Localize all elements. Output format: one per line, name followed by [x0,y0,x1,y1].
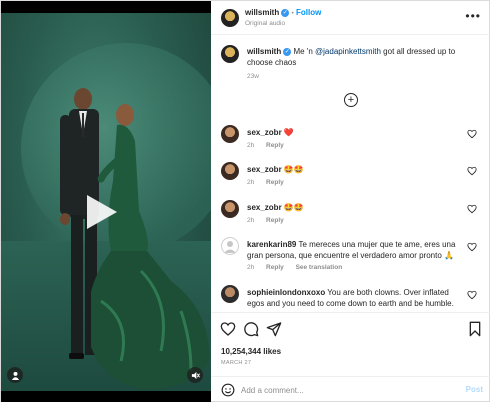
avatar[interactable] [221,162,239,180]
comment-text: 🤩🤩 [283,165,304,174]
emoji-icon[interactable] [221,383,235,397]
comment-username[interactable]: karenkarin89 [247,240,296,249]
default-avatar-icon [224,241,236,253]
comment-username[interactable]: sophieinlondonxoxo [247,288,325,297]
video-frame[interactable] [1,13,211,391]
post-date[interactable]: MARCH 27 [221,360,251,366]
user-tag-icon[interactable] [7,367,23,383]
plus-circle-icon[interactable]: + [344,93,358,107]
comment-time[interactable]: 2h [247,217,254,224]
post-button[interactable]: Post [466,385,483,394]
caption-mention[interactable]: @jadapinkettsmith [315,47,381,56]
comment-body: sex_zobr ❤️ [247,127,467,138]
post-header: willsmith ✓ • Follow Original audio ••• [211,1,490,35]
more-icon[interactable]: ••• [465,9,481,23]
comment-username[interactable]: sex_zobr [247,165,282,174]
caption-time[interactable]: 23w [247,73,259,80]
comment-username[interactable]: sex_zobr [247,203,282,212]
caption-text-before: Me 'n [293,47,316,56]
reply-button[interactable]: Reply [266,217,284,224]
avatar[interactable] [221,200,239,218]
comment-time[interactable]: 2h [247,142,254,149]
comment-meta: 2h Reply [247,179,294,186]
post-details: willsmith ✓ • Follow Original audio ••• w… [211,1,490,402]
heart-icon[interactable] [467,129,477,139]
avatar[interactable] [221,45,239,63]
comment-time[interactable]: 2h [247,179,254,186]
comment-item: karenkarin89 Te mereces una mujer que te… [221,237,483,277]
play-icon[interactable] [85,193,119,231]
heart-icon[interactable] [467,290,477,300]
comment-username[interactable]: sex_zobr [247,128,282,137]
share-icon[interactable] [266,321,282,337]
video-panel[interactable] [1,1,211,402]
comment-text: 🤩🤩 [283,203,304,212]
follow-button[interactable]: Follow [296,8,321,17]
avatar[interactable] [221,237,239,255]
mute-icon[interactable] [187,367,203,383]
comment-input[interactable] [241,383,441,397]
caption-text: willsmith ✓ Me 'n @jadapinkettsmith got a… [247,46,479,68]
instagram-post-modal: willsmith ✓ • Follow Original audio ••• w… [0,0,490,402]
follow-separator: • [291,10,294,17]
comment-meta: 2h Reply See translation [247,264,352,271]
comment-item: sophieinlondonxoxo You are both clowns. … [221,285,483,311]
heart-icon[interactable] [467,166,477,176]
verified-icon: ✓ [283,47,292,56]
comment-meta: 2h Reply [247,142,294,149]
heart-icon[interactable] [467,242,477,252]
post-actions: 10,254,344 likes MARCH 27 Post [211,312,490,402]
comment-item: sex_zobr 🤩🤩 2h Reply [221,162,483,190]
comment-body: sex_zobr 🤩🤩 [247,164,467,175]
comment-body: karenkarin89 Te mereces una mujer que te… [247,239,467,261]
comment-item: sex_zobr 🤩🤩 2h Reply [221,200,483,228]
comment-text: ❤️ [283,128,294,137]
reply-button[interactable]: Reply [266,264,284,271]
reply-button[interactable]: Reply [266,142,284,149]
woman-figure [91,104,210,390]
see-translation-button[interactable]: See translation [296,264,343,271]
comment-meta: 2h Reply [247,217,294,224]
audio-label[interactable]: Original audio [245,20,285,27]
comment-time[interactable]: 2h [247,264,254,271]
comment-body: sex_zobr 🤩🤩 [247,202,467,213]
avatar[interactable] [221,285,239,303]
comment-icon[interactable] [243,321,259,337]
comment-item: sex_zobr ❤️ 2h Reply [221,125,483,153]
header-user-line: willsmith ✓ • Follow [245,8,321,17]
add-comment-bar: Post [211,376,490,402]
heart-icon[interactable] [220,321,236,337]
avatar[interactable] [221,9,239,27]
reply-button[interactable]: Reply [266,179,284,186]
verified-icon: ✓ [281,8,290,17]
likes-count[interactable]: 10,254,344 likes [221,347,281,356]
caption-username[interactable]: willsmith [247,47,281,56]
header-username[interactable]: willsmith [245,8,279,17]
heart-icon[interactable] [467,204,477,214]
comment-body: sophieinlondonxoxo You are both clowns. … [247,287,467,309]
avatar[interactable] [221,125,239,143]
bookmark-icon[interactable] [467,321,483,337]
